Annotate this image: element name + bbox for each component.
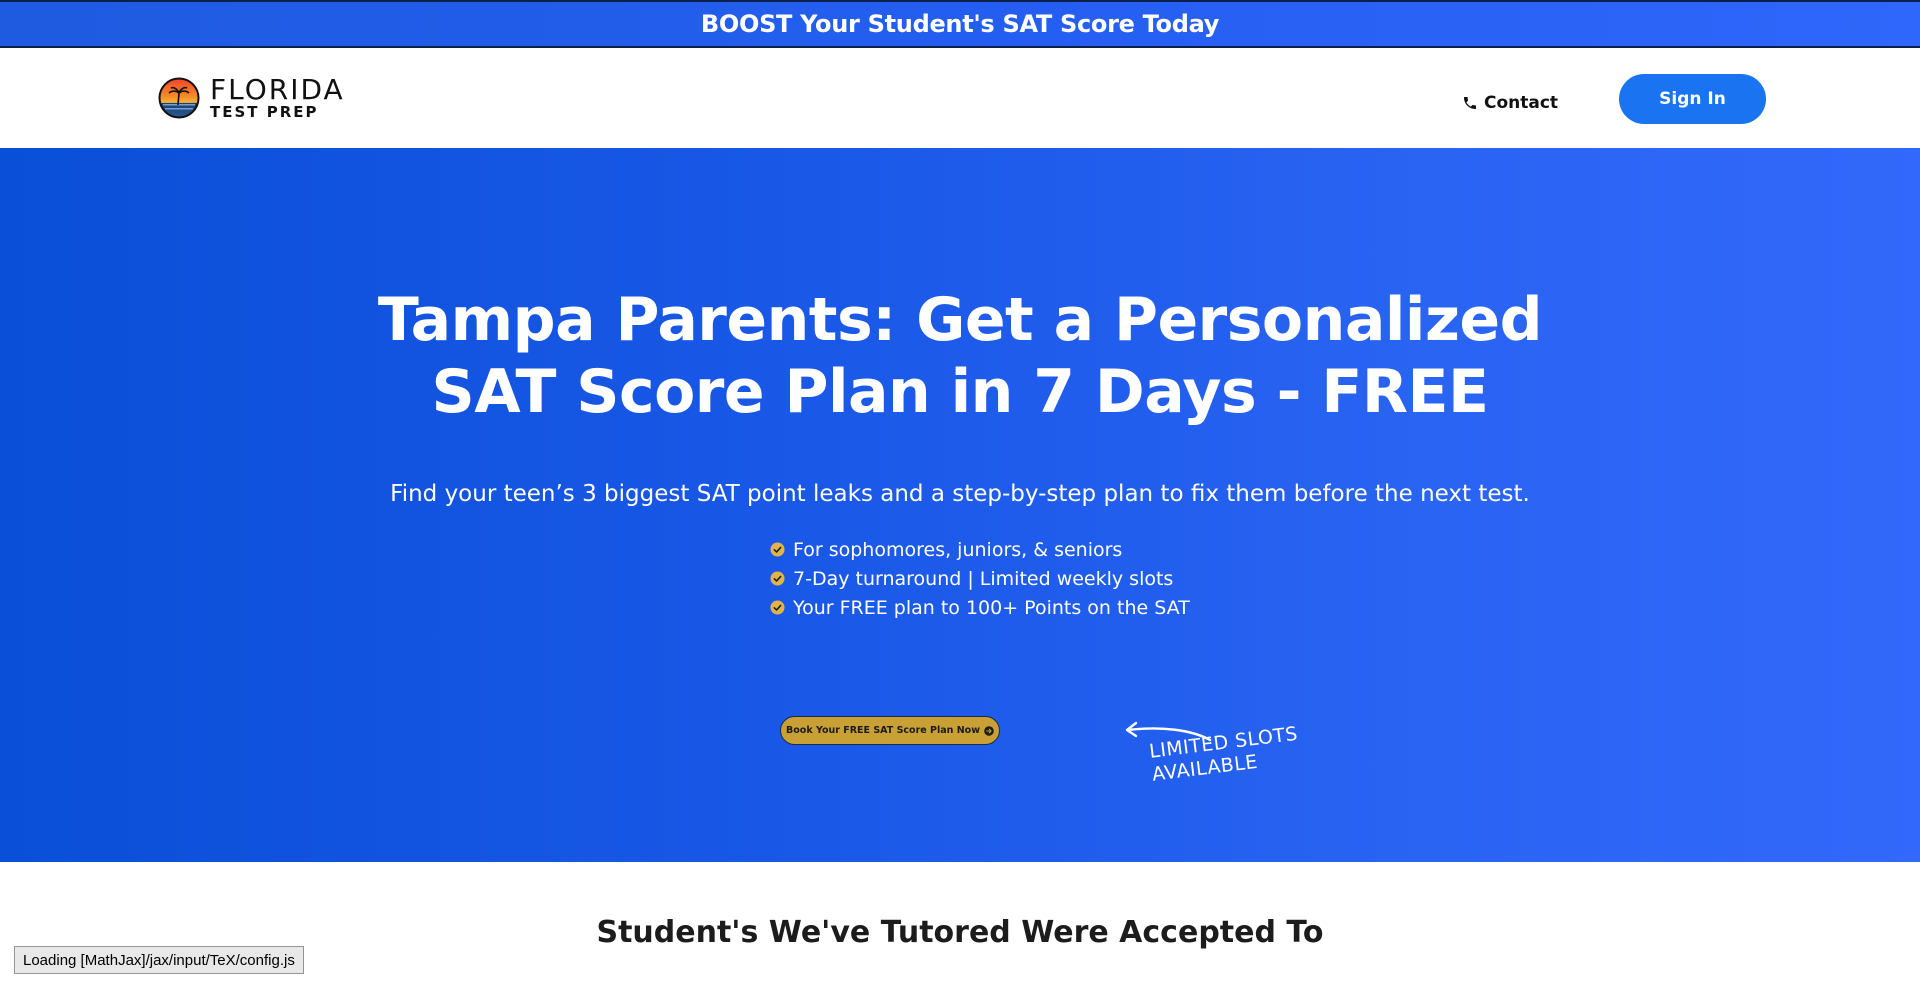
hero-subtitle: Find your teen’s 3 biggest SAT point lea… <box>390 481 1530 507</box>
checklist-text: For sophomores, juniors, & seniors <box>793 538 1123 561</box>
sign-in-button[interactable]: Sign In <box>1619 74 1766 124</box>
check-circle-icon <box>770 571 785 586</box>
logo-wordmark: FLORIDA <box>210 73 345 106</box>
check-circle-icon <box>770 542 785 557</box>
status-bar: Loading [MathJax]/jax/input/TeX/config.j… <box>14 946 304 974</box>
check-circle-icon <box>770 600 785 615</box>
hero-title-line-1: Tampa Parents: Get a Personalized <box>377 285 1543 355</box>
cta-label: Book Your FREE SAT Score Plan Now <box>786 725 980 736</box>
logo-link[interactable]: FLORIDA TEST PREP <box>158 76 345 120</box>
hero-title: Tampa Parents: Get a Personalized SAT Sc… <box>0 284 1920 428</box>
accepted-heading: Student's We've Tutored Were Accepted To <box>596 915 1324 950</box>
benefit-checklist: For sophomores, juniors, & seniors 7-Day… <box>770 535 1190 622</box>
hero-title-line-2: SAT Score Plan in 7 Days - FREE <box>431 357 1489 427</box>
contact-label: Contact <box>1484 93 1559 113</box>
sunset-palm-icon <box>158 77 200 119</box>
hero-section: Tampa Parents: Get a Personalized SAT Sc… <box>0 148 1920 862</box>
arrow-right-circle-icon <box>984 725 994 736</box>
list-item: Your FREE plan to 100+ Points on the SAT <box>770 593 1190 622</box>
announcement-bar: BOOST Your Student's SAT Score Today <box>0 0 1920 48</box>
checklist-text: 7-Day turnaround | Limited weekly slots <box>793 567 1174 590</box>
contact-link[interactable]: Contact <box>1462 88 1558 118</box>
list-item: For sophomores, juniors, & seniors <box>770 535 1190 564</box>
phone-icon <box>1464 97 1476 109</box>
announcement-text: BOOST Your Student's SAT Score Today <box>700 10 1220 38</box>
list-item: 7-Day turnaround | Limited weekly slots <box>770 564 1190 593</box>
checklist-text: Your FREE plan to 100+ Points on the SAT <box>793 596 1190 619</box>
site-header: FLORIDA TEST PREP Contact Sign In <box>0 48 1920 148</box>
book-plan-button[interactable]: Book Your FREE SAT Score Plan Now <box>780 716 1000 745</box>
logo-subtitle: TEST PREP <box>210 103 319 121</box>
